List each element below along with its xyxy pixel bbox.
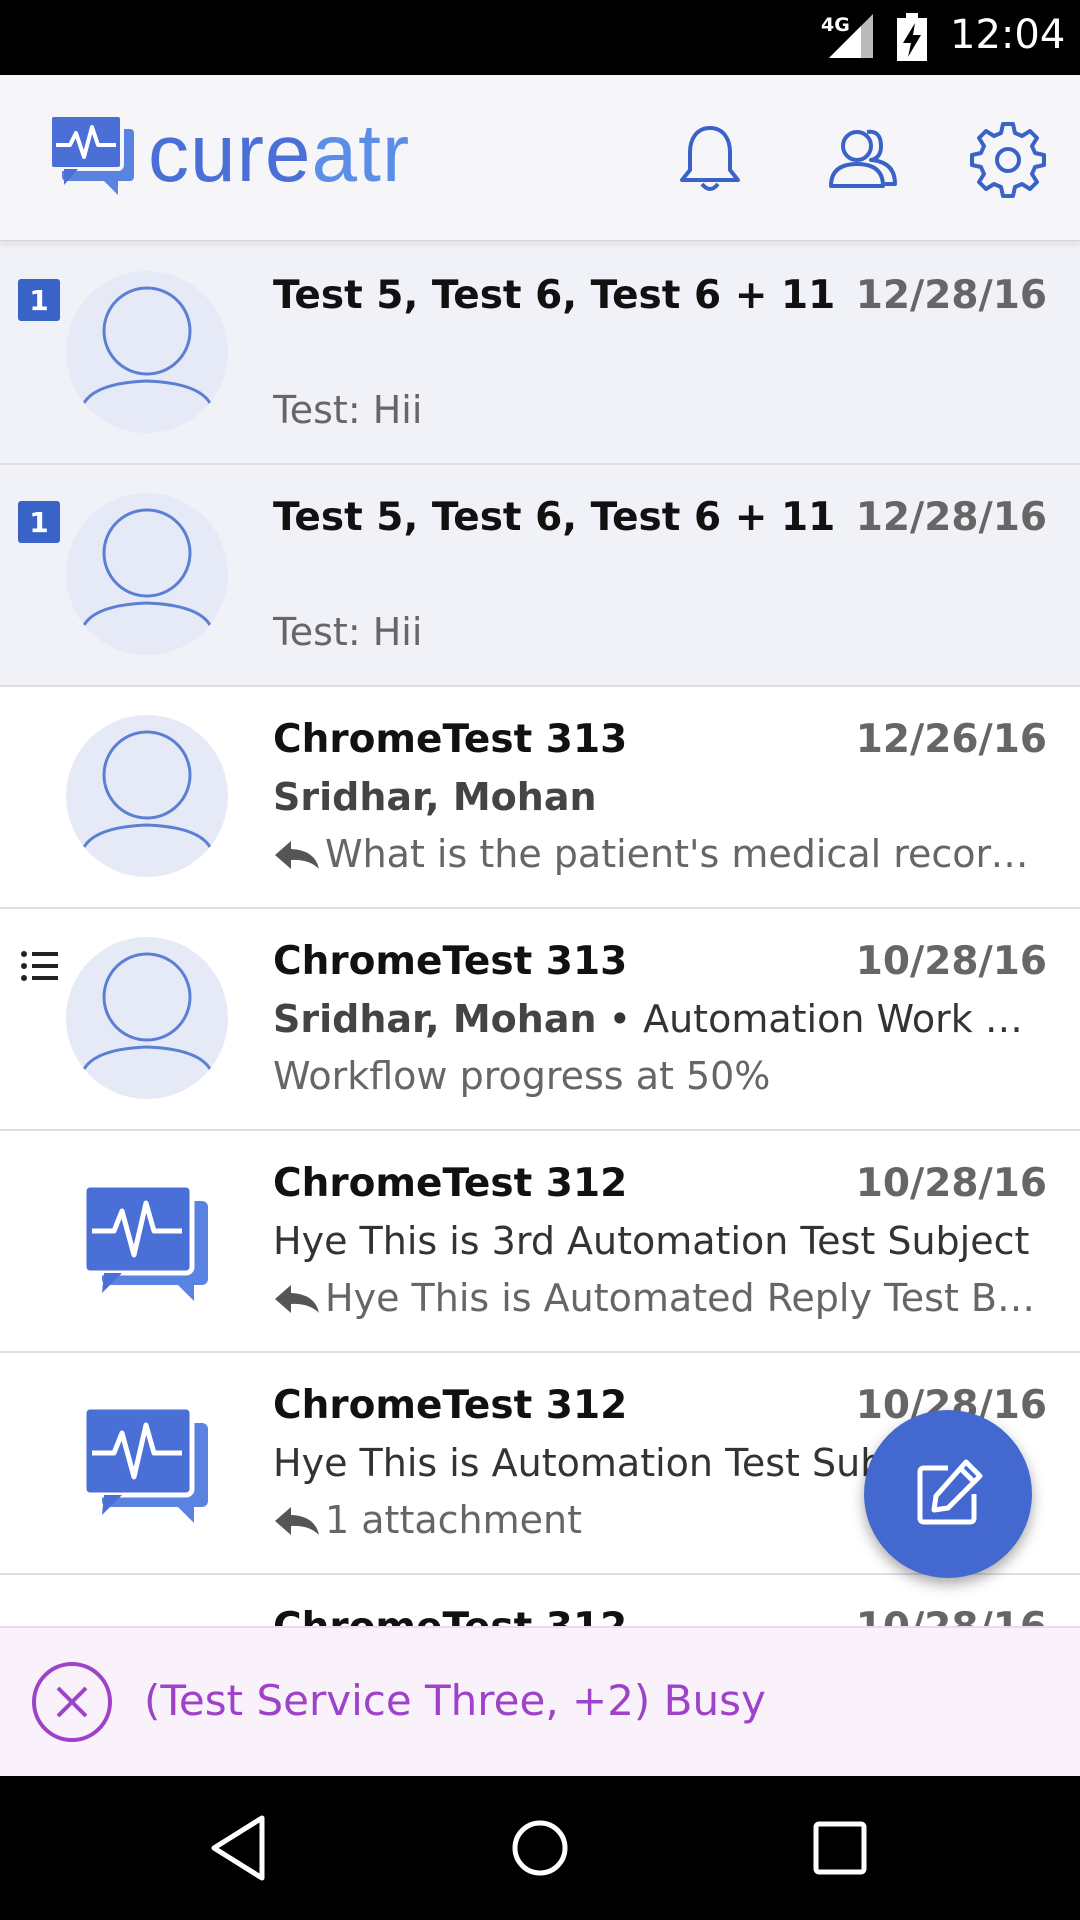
message-icon: [82, 1182, 208, 1301]
conversation-date: 12/26/16: [855, 717, 1047, 762]
conversation-date: 10/28/16: [855, 1161, 1047, 1206]
avatar: [66, 715, 228, 877]
avatar: [66, 271, 228, 433]
message-preview: Hye This is Automated Reply Test Bo…: [273, 1276, 1043, 1320]
conversation-title: ChromeTest 313: [273, 717, 628, 762]
conversation-row[interactable]: 1 Test 5, Test 6, Test 6 + 11 12/28/16 T…: [0, 243, 1080, 465]
reply-icon: [275, 841, 319, 869]
home-icon[interactable]: [498, 1806, 582, 1890]
reply-icon: [275, 1507, 319, 1535]
conversation-title: ChromeTest 312: [273, 1605, 627, 1626]
conversation-title: ChromeTest 313: [273, 939, 628, 984]
conversation-title: ChromeTest 312: [273, 1383, 628, 1428]
busy-status-text[interactable]: (Test Service Three, +2) Busy: [144, 1676, 766, 1725]
edit-icon: [917, 1459, 983, 1525]
notifications-button[interactable]: [667, 115, 753, 201]
battery-icon: [897, 13, 927, 61]
person-icon: [82, 952, 212, 1070]
person-icon: [82, 730, 212, 848]
busy-status-bar: (Test Service Three, +2) Busy: [0, 1626, 1080, 1776]
recents-icon[interactable]: [798, 1806, 882, 1890]
conversation-date: 12/28/16: [855, 495, 1047, 540]
people-icon: [829, 129, 897, 188]
message-icon: [82, 1404, 208, 1523]
avatar: [66, 937, 228, 1099]
conversation-title: ChromeTest 312: [273, 1161, 628, 1206]
checklist-icon: [21, 951, 58, 981]
unread-badge: 1: [18, 501, 60, 543]
unread-badge: 1: [18, 279, 60, 321]
workflow-progress: Workflow progress at 50%: [273, 1054, 771, 1098]
conversation-date: 10/28/16: [855, 939, 1047, 984]
message-preview: What is the patient's medical record…: [273, 832, 1043, 876]
conversation-row[interactable]: ChromeTest 312 10/28/16 Hye This is 3rd …: [0, 1131, 1080, 1353]
settings-button[interactable]: [965, 115, 1051, 201]
gear-icon: [970, 122, 1046, 198]
clock: 12:04: [950, 12, 1066, 58]
close-icon[interactable]: [30, 1660, 114, 1744]
conversation-row[interactable]: 1 Test 5, Test 6, Test 6 + 11 12/28/16 T…: [0, 465, 1080, 687]
conversation-row[interactable]: ChromeTest 313 12/26/16 Sridhar, Mohan W…: [0, 687, 1080, 909]
sender-and-workflow: Sridhar, Mohan • Automation Work Flow: [273, 997, 1043, 1041]
compose-button[interactable]: [864, 1410, 1032, 1578]
network-type: 4G: [821, 14, 850, 36]
conversation-title: Test 5, Test 6, Test 6 + 11: [273, 273, 836, 318]
conversation-title: Test 5, Test 6, Test 6 + 11: [273, 495, 836, 540]
conversation-date: 10/28/16: [856, 1605, 1047, 1626]
person-icon: [82, 286, 212, 404]
person-icon: [82, 508, 212, 626]
status-bar: 4G 12:04: [0, 0, 1080, 75]
conversation-subject: Hye This is 3rd Automation Test Subject: [273, 1219, 1030, 1263]
navigation-bar: [0, 1776, 1080, 1920]
logo-text: cureatr: [148, 108, 411, 199]
message-preview: Test: Hii: [273, 610, 423, 654]
conversation-row[interactable]: ChromeTest 313 10/28/16 Sridhar, Mohan •…: [0, 909, 1080, 1131]
contacts-button[interactable]: [820, 115, 906, 201]
back-icon[interactable]: [198, 1806, 282, 1890]
sender-name: Sridhar, Mohan: [273, 775, 597, 819]
bell-icon: [680, 126, 740, 191]
conversation-date: 12/28/16: [855, 273, 1047, 318]
avatar: [66, 493, 228, 655]
conversation-row[interactable]: ChromeTest 312 10/28/16: [0, 1575, 1080, 1626]
message-preview: Test: Hii: [273, 388, 423, 432]
logo-icon: [50, 115, 134, 195]
reply-icon: [275, 1285, 319, 1313]
app-bar: cureatr: [0, 75, 1080, 242]
